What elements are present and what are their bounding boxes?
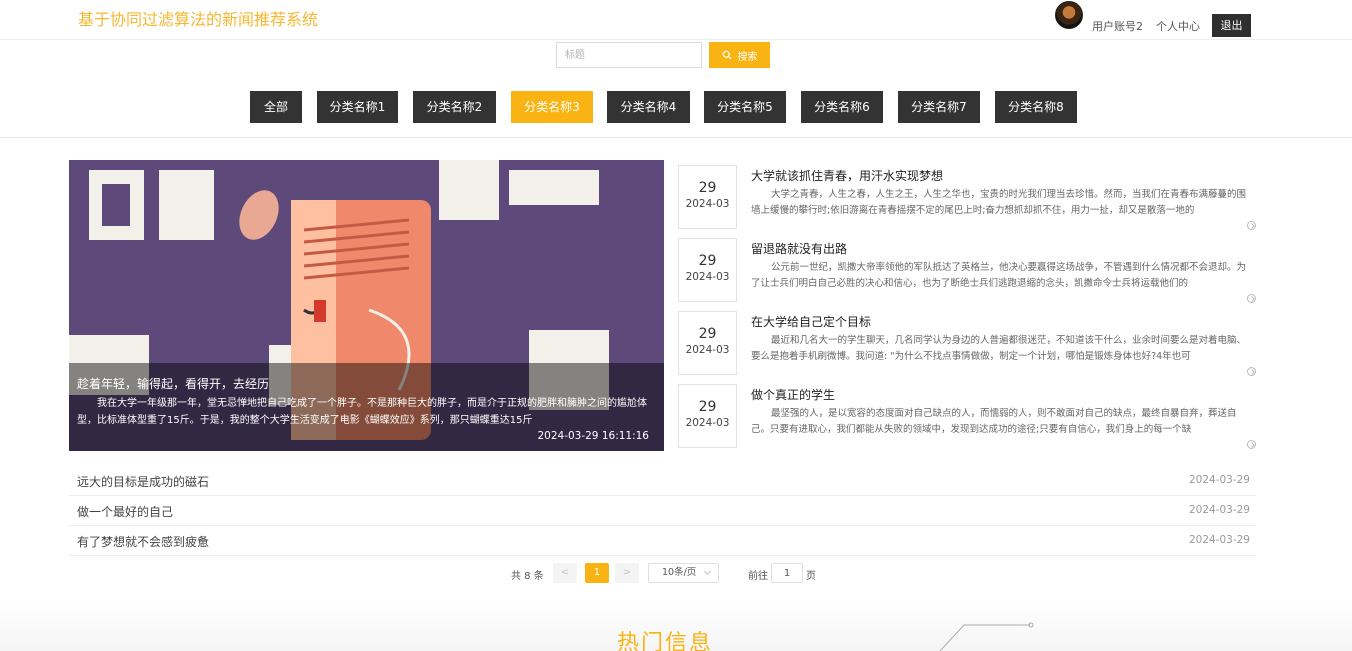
category-4[interactable]: 分类名称4: [607, 91, 690, 123]
page-number-current[interactable]: 1: [585, 563, 609, 583]
logout-button[interactable]: 退出: [1212, 14, 1251, 37]
date-year-month: 2024-03: [685, 344, 730, 356]
date-year-month: 2024-03: [685, 271, 730, 283]
site-title: 基于协同过滤算法的新闻推荐系统: [78, 10, 319, 29]
news-title[interactable]: 做个真正的学生: [751, 386, 835, 403]
date-day: 29: [698, 180, 717, 196]
user-name[interactable]: 用户账号2: [1092, 18, 1143, 34]
goto-label: 前往: [748, 571, 768, 582]
banner-time: 2024-03-29 16:11:16: [537, 430, 649, 442]
news-item[interactable]: 29 2024-03 留退路就没有出路 公元前一世纪，凯撒大帝率领他的军队抵达了…: [678, 234, 1258, 303]
next-page-button[interactable]: >: [615, 563, 639, 583]
list-item[interactable]: 远大的目标是成功的磁石 2024-03-29: [69, 466, 1256, 496]
featured-banner[interactable]: 趁着年轻，输得起，看得开，去经历 我在大学一年级那一年，堂无忌惮地把自己吃成了一…: [69, 160, 664, 451]
news-item[interactable]: 29 2024-03 大学就该抓住青春，用汗水实现梦想 大学之青春，人生之春，人…: [678, 161, 1258, 230]
decorative-line-icon: [940, 622, 1034, 651]
banner-description: 我在大学一年级那一年，堂无忌惮地把自己吃成了一个胖子。不是那种巨大的胖子，而是介…: [77, 398, 647, 426]
category-5[interactable]: 分类名称5: [704, 91, 786, 123]
news-title[interactable]: 留退路就没有出路: [751, 240, 847, 257]
news-summary: 公元前一世纪，凯撒大帝率领他的军队抵达了英格兰，他决心要赢得这场战争，不管遇到什…: [751, 262, 1247, 289]
date-box: 29 2024-03: [678, 384, 737, 448]
goto-page-input[interactable]: [771, 563, 803, 583]
pagination-total: 共 8 条: [511, 571, 544, 582]
arrow-right-icon[interactable]: [1247, 221, 1256, 230]
category-2[interactable]: 分类名称2: [413, 91, 496, 123]
list-item[interactable]: 做一个最好的自己 2024-03-29: [69, 496, 1256, 526]
goto-unit-label: 页: [806, 571, 816, 582]
arrow-right-icon[interactable]: [1247, 367, 1256, 376]
category-7[interactable]: 分类名称7: [898, 91, 980, 123]
category-6[interactable]: 分类名称6: [801, 91, 883, 123]
prev-page-button[interactable]: <: [553, 563, 577, 583]
news-summary: 最近和几名大一的学生聊天，几名同学认为身边的人普遍都很迷茫，不知道该干什么，业余…: [751, 335, 1247, 362]
arrow-right-icon[interactable]: [1247, 294, 1256, 303]
list-item-title[interactable]: 做一个最好的自己: [77, 503, 173, 520]
top-header: 基于协同过滤算法的新闻推荐系统 用户账号2 个人中心 退出: [0, 0, 1352, 40]
category-1[interactable]: 分类名称1: [317, 91, 398, 123]
date-box: 29 2024-03: [678, 311, 737, 375]
news-title[interactable]: 在大学给自己定个目标: [751, 313, 871, 330]
category-8[interactable]: 分类名称8: [995, 91, 1077, 123]
page-size-select[interactable]: 10条/页: [648, 563, 719, 583]
date-box: 29 2024-03: [678, 165, 737, 229]
date-day: 29: [698, 326, 717, 342]
news-item[interactable]: 29 2024-03 做个真正的学生 最坚强的人，是以宽容的态度面对自己缺点的人…: [678, 380, 1258, 449]
date-day: 29: [698, 399, 717, 415]
hot-section-title: 热门信息: [617, 631, 714, 651]
list-item[interactable]: 有了梦想就不会感到疲惫 2024-03-29: [69, 526, 1256, 556]
date-day: 29: [698, 253, 717, 269]
news-title[interactable]: 大学就该抓住青春，用汗水实现梦想: [751, 167, 943, 184]
list-item-date: 2024-03-29: [1188, 474, 1250, 486]
search-button[interactable]: 搜索: [709, 42, 770, 68]
news-item[interactable]: 29 2024-03 在大学给自己定个目标 最近和几名大一的学生聊天，几名同学认…: [678, 307, 1258, 376]
arrow-right-icon[interactable]: [1247, 440, 1256, 449]
list-item-date: 2024-03-29: [1188, 504, 1250, 516]
banner-title[interactable]: 趁着年轻，输得起，看得开，去经历: [77, 375, 269, 392]
category-3[interactable]: 分类名称3: [511, 91, 593, 123]
list-item-date: 2024-03-29: [1188, 534, 1250, 546]
list-item-title[interactable]: 有了梦想就不会感到疲惫: [77, 533, 209, 550]
date-box: 29 2024-03: [678, 238, 737, 302]
news-summary: 最坚强的人，是以宽容的态度面对自己缺点的人，而懦弱的人，则不敢面对自己的缺点，最…: [751, 408, 1237, 435]
search-input[interactable]: [556, 42, 702, 68]
news-summary: 大学之青春，人生之春，人生之王，人生之华也，宝贵的时光我们理当去珍惜。然而，当我…: [751, 189, 1247, 216]
search-button-label: 搜索: [737, 51, 758, 63]
list-item-title[interactable]: 远大的目标是成功的磁石: [77, 473, 209, 490]
category-nav: 全部 分类名称1 分类名称2 分类名称3 分类名称4 分类名称5 分类名称6 分…: [0, 76, 1352, 138]
user-center-link[interactable]: 个人中心: [1156, 18, 1200, 34]
category-all[interactable]: 全部: [250, 91, 302, 123]
search-icon: [722, 50, 731, 60]
date-year-month: 2024-03: [685, 198, 730, 210]
date-year-month: 2024-03: [685, 417, 730, 429]
avatar[interactable]: [1055, 1, 1083, 29]
